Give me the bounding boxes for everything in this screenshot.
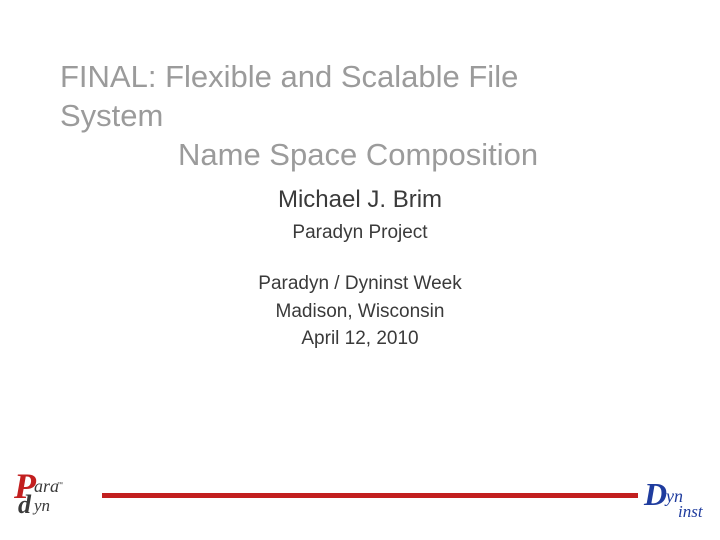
event-date: April 12, 2010	[0, 325, 720, 353]
title-line-2: Name Space Composition	[60, 136, 620, 175]
paradyn-logo: P ara d yn ™	[12, 470, 90, 520]
paradyn-logo-yn: yn	[34, 496, 50, 516]
author-block: Michael J. Brim Paradyn Project Paradyn …	[0, 186, 720, 353]
author-name: Michael J. Brim	[0, 186, 720, 214]
slide-title: FINAL: Flexible and Scalable File System…	[60, 58, 620, 174]
author-affiliation: Paradyn Project	[0, 222, 720, 244]
event-location: Madison, Wisconsin	[0, 298, 720, 326]
footer-divider	[102, 493, 638, 498]
title-line-1: FINAL: Flexible and Scalable File System	[60, 58, 620, 136]
dyninst-logo-inst: inst	[678, 502, 703, 522]
event-name: Paradyn / Dyninst Week	[0, 270, 720, 298]
paradyn-logo-d: d	[18, 490, 31, 520]
paradyn-logo-ara: ara	[34, 476, 59, 497]
paradyn-logo-tm: ™	[57, 482, 63, 488]
dyninst-logo-d: D	[644, 476, 667, 513]
dyninst-logo: D yn inst	[644, 480, 714, 522]
slide: FINAL: Flexible and Scalable File System…	[0, 0, 720, 540]
